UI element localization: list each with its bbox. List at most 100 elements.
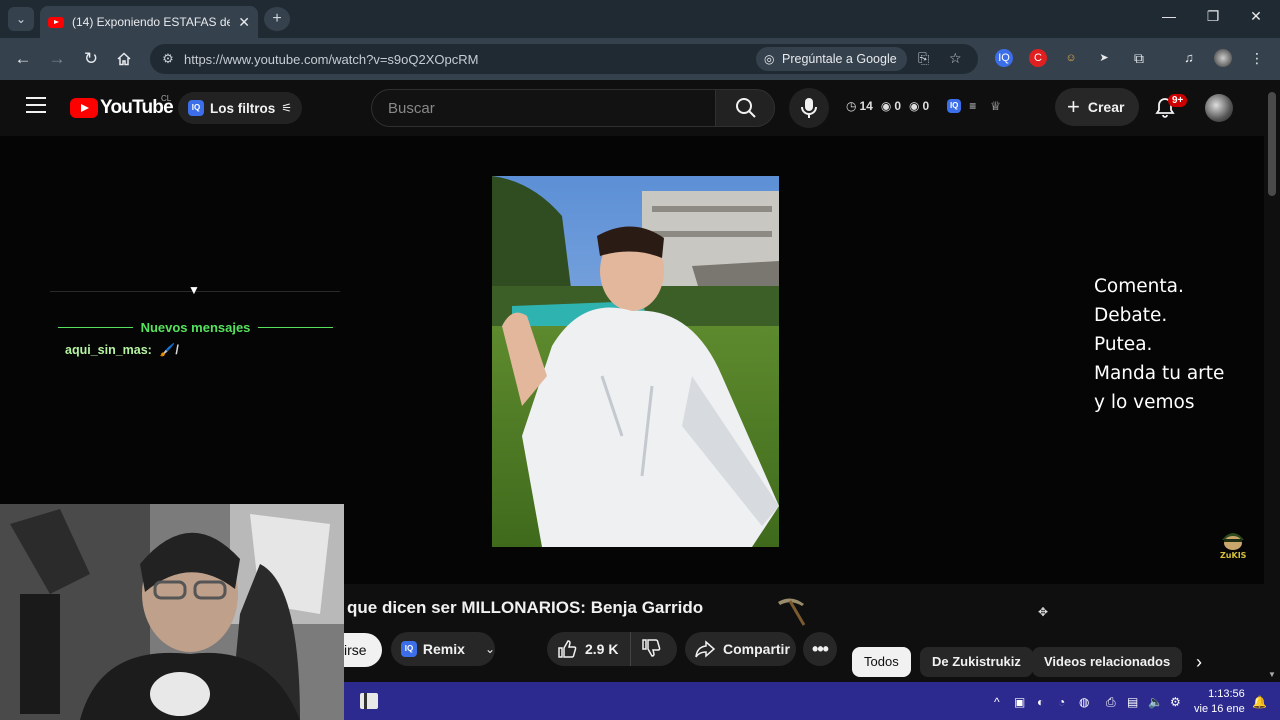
caption-line: Manda tu arte xyxy=(1094,363,1225,384)
scrollbar-thumb[interactable] xyxy=(1268,92,1276,196)
minimize-button[interactable]: — xyxy=(1158,8,1180,24)
media-controls-icon[interactable]: ♫ xyxy=(1180,49,1198,67)
home-button[interactable] xyxy=(113,48,135,70)
install-app-icon[interactable]: ⎘ xyxy=(918,50,929,67)
scroll-down-arrow-icon[interactable]: ▼ xyxy=(1268,670,1276,679)
chevron-right-icon[interactable]: › xyxy=(1196,652,1218,674)
address-bar[interactable]: ⚙ https://www.youtube.com/watch?v=s9oQ2X… xyxy=(150,44,978,74)
like-button[interactable]: 2.9 K xyxy=(547,632,631,666)
list-icon[interactable]: ≡ xyxy=(969,99,976,113)
filters-label: Los filtros xyxy=(210,100,276,116)
tab-search-button[interactable]: ⌄ xyxy=(8,7,34,31)
search-field[interactable] xyxy=(371,89,716,127)
maximize-button[interactable]: ❐ xyxy=(1202,8,1224,25)
caption-line: Putea. xyxy=(1094,334,1153,355)
hamburger-menu-icon[interactable] xyxy=(26,97,46,113)
iq-stat-icon[interactable]: IQ xyxy=(947,99,962,113)
network-icon[interactable]: ▤ xyxy=(1127,695,1138,709)
country-code: CL xyxy=(161,94,172,103)
arrow-right-icon: → xyxy=(48,49,66,68)
notification-center-icon[interactable]: 🔔 xyxy=(1252,695,1267,709)
tray-app-icon[interactable]: ▣ xyxy=(1014,695,1025,709)
chip-from-channel[interactable]: De Zukistrukiz xyxy=(920,647,1033,677)
clock-icon: ◷ xyxy=(846,99,857,113)
thumbs-up-icon xyxy=(558,640,577,658)
chevron-down-icon[interactable]: ⌄ xyxy=(485,642,495,656)
views-a-value: 0 xyxy=(894,99,902,113)
chip-related[interactable]: Videos relacionados xyxy=(1032,647,1183,677)
like-dislike-group: 2.9 K xyxy=(547,632,677,666)
scroll-down-icon[interactable]: ▼ xyxy=(188,283,200,297)
remix-button[interactable]: IQ Remix ⌄ xyxy=(391,632,495,666)
share-button[interactable]: Compartir xyxy=(685,632,796,666)
chat-message: aqui_sin_mas: 🖌️/ xyxy=(65,343,179,358)
subscribe-label: irse xyxy=(344,642,367,658)
ask-google-button[interactable]: ◎ Pregúntale a Google xyxy=(756,47,907,71)
taskbar-app-icon[interactable] xyxy=(358,690,380,712)
browser-tab-strip: ⌄ (14) Exponiendo ESTAFAS de Ins ✕ + — ❐… xyxy=(0,0,1280,38)
chat-username: aqui_sin_mas: xyxy=(65,343,152,357)
more-actions-button[interactable]: ••• xyxy=(803,632,837,666)
extension-red-icon[interactable]: C xyxy=(1029,49,1047,67)
account-avatar[interactable] xyxy=(1205,94,1233,122)
extensions-puzzle-icon[interactable]: ⧉ xyxy=(1130,49,1148,67)
page-scrollbar[interactable]: ▼ xyxy=(1264,80,1280,682)
browser-menu-icon[interactable]: ⋮ xyxy=(1248,49,1266,67)
iq-icon: IQ xyxy=(188,100,204,116)
search-button[interactable] xyxy=(715,89,775,127)
site-info-icon[interactable]: ⚙ xyxy=(160,51,176,67)
browser-toolbar: ← → ↻ ⚙ https://www.youtube.com/watch?v=… xyxy=(0,38,1280,107)
iq-extension-icon[interactable]: IQ xyxy=(995,49,1013,67)
close-window-button[interactable]: ✕ xyxy=(1245,8,1267,25)
extension-cursor-icon[interactable]: ➤ xyxy=(1095,49,1113,67)
url-text[interactable]: https://www.youtube.com/watch?v=s9oQ2XOp… xyxy=(184,52,478,67)
forward-button[interactable]: → xyxy=(46,48,68,70)
profile-avatar-icon[interactable] xyxy=(1214,49,1232,67)
dislike-button[interactable] xyxy=(631,638,661,661)
views-stat-a: ◉ 0 xyxy=(881,99,901,113)
volume-icon[interactable]: 🔈 xyxy=(1148,695,1163,709)
ask-google-label: Pregúntale a Google xyxy=(782,52,897,66)
tab-close-button[interactable]: ✕ xyxy=(238,14,250,31)
plus-icon: + xyxy=(1067,94,1080,119)
taskbar-clock[interactable]: 1:13:56 vie 16 ene xyxy=(1194,687,1245,717)
watch-time-stat: ◷ 14 xyxy=(846,99,873,113)
bookmark-star-icon[interactable]: ☆ xyxy=(949,50,962,67)
reload-button[interactable]: ↻ xyxy=(80,48,102,70)
clock-date: vie 16 ene xyxy=(1194,703,1245,715)
new-messages-label: Nuevos mensajes xyxy=(140,320,251,335)
steam-icon[interactable]: ◍ xyxy=(1079,695,1089,709)
new-tab-button[interactable]: + xyxy=(264,7,290,31)
tray-app-icon[interactable]: ◔ xyxy=(1058,695,1065,709)
tab-title: (14) Exponiendo ESTAFAS de Ins xyxy=(72,15,231,29)
youtube-header: YouTube CL IQ Los filtros ⚟ ◷14 ◉0 ◉0 IQ… xyxy=(0,80,1264,136)
back-button[interactable]: ← xyxy=(12,48,34,70)
extension-cat-icon[interactable]: ☺ xyxy=(1062,49,1080,67)
mouse-cursor-icon: ✥ xyxy=(1038,605,1049,619)
share-label: Compartir xyxy=(723,641,790,657)
stats-bar: ◷ 14 ◉ 0 ◉ 0 IQ ≡ ♕ xyxy=(846,99,1001,113)
microphone-icon xyxy=(801,98,817,118)
chip-all[interactable]: Todos xyxy=(852,647,911,677)
voice-search-button[interactable] xyxy=(789,88,829,128)
reload-icon: ↻ xyxy=(83,49,99,68)
watch-time-value: 14 xyxy=(859,99,873,113)
tab-youtube[interactable]: (14) Exponiendo ESTAFAS de Ins ✕ xyxy=(40,6,258,38)
search-icon xyxy=(736,98,756,118)
caption-line: Comenta. xyxy=(1094,276,1184,297)
tray-overflow-chevron-icon[interactable]: ^ xyxy=(994,695,1000,709)
video-frame-image xyxy=(492,176,779,547)
youtube-favicon-icon xyxy=(48,16,64,28)
discord-icon[interactable]: ◐ xyxy=(1037,695,1044,709)
create-button[interactable]: + Crear xyxy=(1055,88,1139,126)
search-input[interactable] xyxy=(372,90,715,126)
clipboard-icon[interactable]: ⎙ xyxy=(1106,695,1116,710)
filters-button[interactable]: IQ Los filtros ⚟ xyxy=(178,92,303,124)
youtube-logo-icon[interactable] xyxy=(70,98,98,118)
tray-settings-icon[interactable]: ⚙ xyxy=(1170,695,1181,709)
sliders-icon: ⚟ xyxy=(281,101,293,115)
trophy-icon[interactable]: ♕ xyxy=(990,99,1001,113)
zukis-watermark-logo: ZuKIS xyxy=(1220,533,1247,560)
caption-line: Debate. xyxy=(1094,305,1168,326)
clock-time: 1:13:56 xyxy=(1208,688,1245,700)
